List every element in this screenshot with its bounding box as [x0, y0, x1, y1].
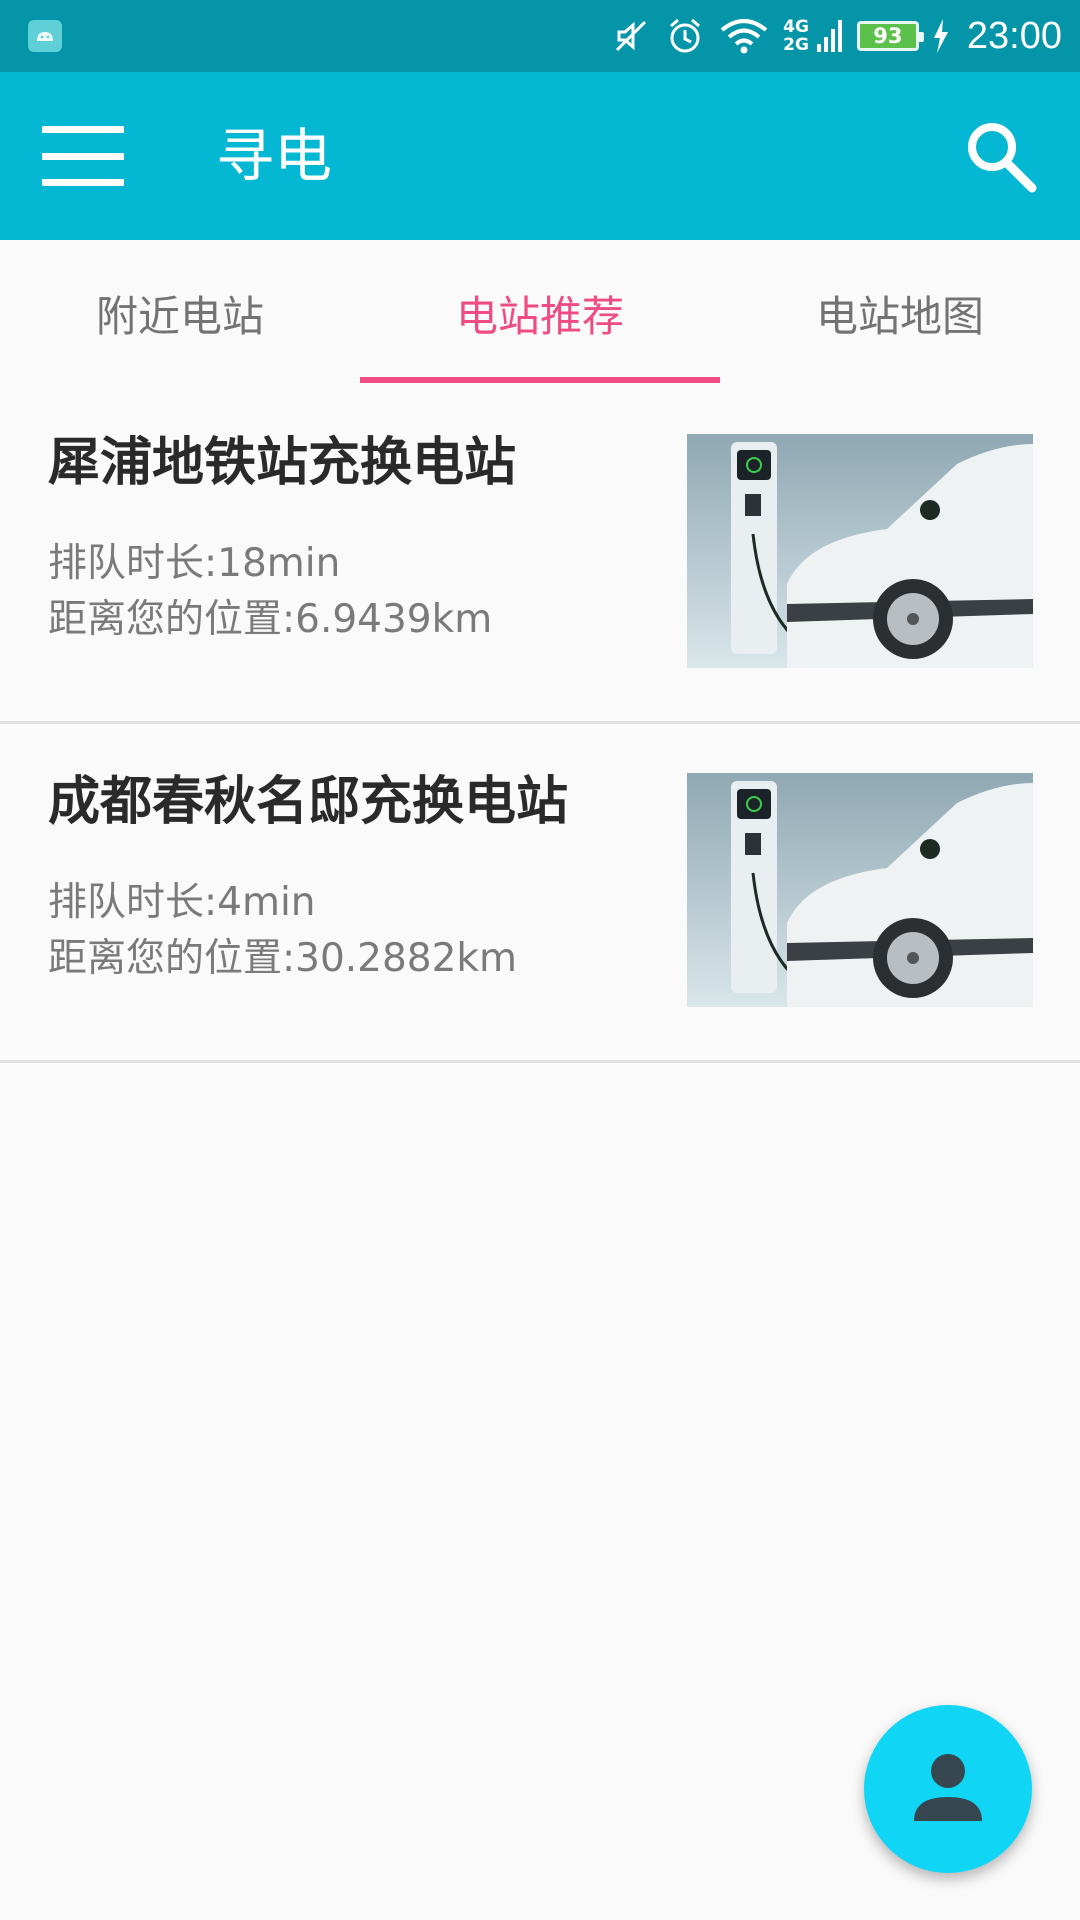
- distance-label: 距离您的位置:: [48, 597, 296, 642]
- station-thumbnail-image: [687, 434, 1033, 668]
- station-list-item[interactable]: 犀浦地铁站充换电站 排队时长:18min 距离您的位置:6.9439km: [0, 386, 1080, 724]
- alarm-icon: [665, 16, 705, 56]
- search-icon[interactable]: [960, 116, 1040, 196]
- queue-label: 排队时长:: [48, 541, 218, 586]
- app-title: 寻电: [216, 122, 333, 190]
- status-bar: 4G 2G 93 23:00: [0, 0, 1080, 72]
- tab-bar: 附近电站 电站推荐 电站地图: [0, 240, 1080, 386]
- mute-icon: [611, 16, 651, 56]
- wifi-icon: [719, 16, 769, 56]
- hamburger-menu-icon[interactable]: [38, 122, 128, 190]
- queue-label: 排队时长:: [48, 880, 218, 925]
- station-name: 犀浦地铁站充换电站: [48, 433, 517, 493]
- network-4g-label: 4G: [783, 17, 809, 37]
- station-distance: 距离您的位置:30.2882km: [48, 931, 517, 987]
- network-2g-label: 2G: [783, 35, 809, 55]
- person-icon: [906, 1745, 990, 1833]
- battery-indicator: 93: [856, 21, 924, 51]
- station-list-item[interactable]: 成都春秋名邸充换电站 排队时长:4min 距离您的位置:30.2882km: [0, 725, 1080, 1063]
- distance-value: 6.9439km: [295, 597, 493, 642]
- station-queue-time: 排队时长:18min: [48, 536, 340, 592]
- profile-fab-button[interactable]: [864, 1705, 1032, 1873]
- distance-label: 距离您的位置:: [48, 936, 296, 981]
- android-notification-icon: [28, 20, 62, 52]
- queue-value: 18min: [217, 541, 341, 586]
- status-time: 23:00: [966, 14, 1062, 57]
- tab-station-map[interactable]: 电站地图: [720, 240, 1080, 386]
- tab-nearby-stations[interactable]: 附近电站: [0, 240, 360, 386]
- tab-recommended-stations[interactable]: 电站推荐: [360, 240, 720, 386]
- station-queue-time: 排队时长:4min: [48, 875, 316, 931]
- station-name: 成都春秋名邸充换电站: [48, 772, 569, 832]
- active-tab-indicator: [360, 377, 720, 383]
- battery-level: 93: [873, 24, 903, 48]
- station-distance: 距离您的位置:6.9439km: [48, 592, 492, 648]
- signal-icon: [816, 16, 843, 56]
- distance-value: 30.2882km: [295, 936, 517, 981]
- network-type-label: 4G 2G: [783, 18, 809, 54]
- charging-icon: [933, 19, 949, 53]
- app-bar: 寻电: [0, 72, 1080, 240]
- queue-value: 4min: [217, 880, 316, 925]
- station-thumbnail-image: [687, 773, 1033, 1007]
